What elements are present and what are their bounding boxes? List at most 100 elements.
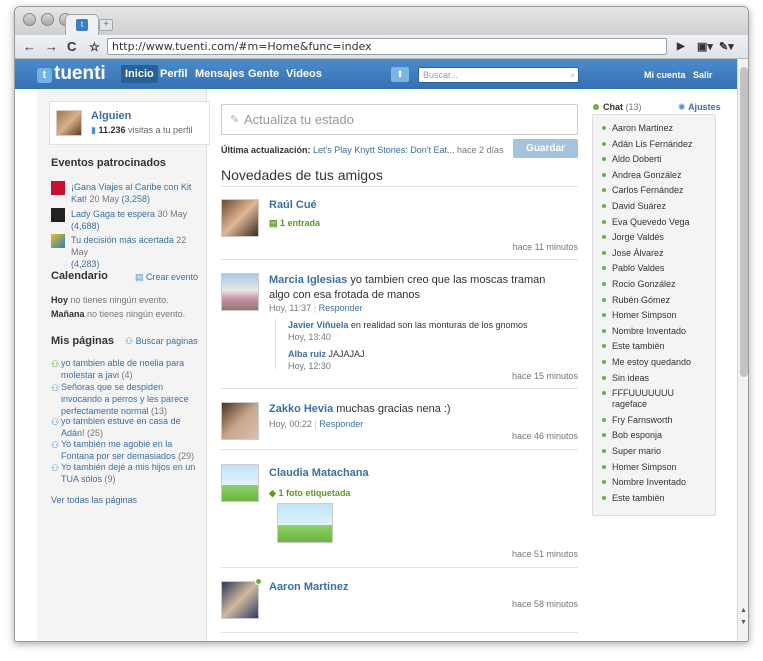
tuenti-logo[interactable]: t tuenti: [37, 64, 106, 83]
forward-arrow-icon[interactable]: →: [45, 38, 58, 56]
back-arrow-icon[interactable]: ←: [23, 38, 36, 56]
page-count: (9): [102, 474, 116, 484]
nav-perfil[interactable]: Perfil: [160, 68, 188, 80]
chat-header[interactable]: Chat (13): [593, 102, 642, 112]
wrench-menu-icon[interactable]: ✎▾: [719, 38, 734, 56]
chat-contact-name[interactable]: Fry Farnsworth: [612, 415, 710, 426]
event-count[interactable]: (4,688): [71, 221, 100, 231]
nav-gente[interactable]: Gente: [248, 68, 279, 80]
page-scrollbar[interactable]: ▲ ▼: [737, 59, 748, 641]
chat-contact-name[interactable]: Adán Lis Fernández: [612, 139, 710, 150]
chat-contact-name[interactable]: Jose Álvarez: [612, 248, 710, 259]
create-event-link[interactable]: ▤ Crear evento: [135, 272, 198, 283]
post-time: Hoy, 00:22: [269, 419, 312, 429]
feed-author[interactable]: Raúl Cué: [269, 199, 317, 211]
search-icon[interactable]: ⌕: [570, 68, 575, 82]
avatar[interactable]: [221, 273, 259, 311]
chat-contact-name[interactable]: Aaron Martinez: [612, 123, 710, 134]
chat-title[interactable]: Chat: [603, 102, 623, 112]
chat-contact-name[interactable]: Nombre Inventado: [612, 477, 710, 488]
chat-contact-name[interactable]: Bob esponja: [612, 430, 710, 441]
chat-contact-name[interactable]: Homer Simpson: [612, 310, 710, 321]
chat-contact-name[interactable]: Super mario: [612, 446, 710, 457]
avatar[interactable]: [221, 464, 259, 502]
page-menu-icon[interactable]: ▣▾: [697, 38, 713, 56]
browser-tab[interactable]: t: [65, 14, 99, 36]
page-link[interactable]: Yo también me agobié en la Fontana por s…: [61, 439, 176, 461]
feed-author[interactable]: Claudia Matachana: [269, 467, 369, 479]
new-tab-button[interactable]: +: [99, 19, 113, 31]
event-count[interactable]: (4,283): [71, 259, 100, 269]
chat-contact-name[interactable]: Nombre Inventado: [612, 326, 710, 337]
create-event-label[interactable]: Crear evento: [146, 272, 198, 282]
event-title[interactable]: Lady Gaga te espera: [71, 209, 155, 219]
reply-link[interactable]: Responder: [319, 419, 363, 429]
chat-contact-name[interactable]: Este también: [612, 341, 710, 352]
page-link[interactable]: Yo también dejé a mis hijos en un TUA só…: [61, 462, 195, 484]
status-text: muchas gracias nena :): [333, 403, 451, 415]
address-bar[interactable]: http://www.tuenti.com/#m=Home&func=index: [107, 38, 667, 55]
chat-contact-name[interactable]: Eva Quevedo Vega: [612, 217, 710, 228]
salir-link[interactable]: Salir: [693, 70, 713, 80]
chat-settings-label[interactable]: Ajustes: [688, 102, 721, 112]
chat-contact-name[interactable]: Homer Simpson: [612, 462, 710, 473]
comment-author[interactable]: Alba ruiz: [288, 349, 326, 359]
avatar[interactable]: [56, 110, 82, 136]
chat-contact-name[interactable]: David Suárez: [612, 201, 710, 212]
chat-contact-name[interactable]: Andrea González: [612, 170, 710, 181]
chat-contact-name[interactable]: Me estoy quedando: [612, 357, 710, 368]
chat-contact-name[interactable]: Carlos Fernández: [612, 185, 710, 196]
status-input[interactable]: ✎ Actualiza tu estado: [221, 104, 578, 135]
avatar[interactable]: [221, 199, 259, 237]
last-update-link[interactable]: Let's Play Knytt Stories: Don't Eat...: [313, 145, 455, 155]
reload-icon[interactable]: C: [67, 38, 76, 56]
nav-mensajes[interactable]: Mensajes: [195, 68, 245, 80]
feed-author[interactable]: Aaron Martinez: [269, 581, 348, 593]
avatar[interactable]: [221, 581, 259, 619]
page-link[interactable]: Señoras que se despiden invocando a perr…: [61, 382, 189, 416]
chat-contact-name[interactable]: FFFUUUUUUU rageface: [612, 388, 710, 410]
all-pages-link[interactable]: Ver todas las páginas: [51, 495, 137, 505]
upload-button[interactable]: ⬆: [391, 67, 409, 82]
event-title[interactable]: Tu decisión más acertada: [71, 235, 174, 245]
last-update-label: Última actualización:: [221, 145, 314, 155]
chat-contact-name[interactable]: Jorge Valdés: [612, 232, 710, 243]
save-button[interactable]: Guardar: [513, 139, 578, 158]
scrollbar-thumb[interactable]: [740, 67, 748, 377]
close-window-button[interactable]: [23, 13, 36, 26]
event-count[interactable]: (3,258): [122, 194, 151, 204]
kitkat-logo-icon: [51, 181, 65, 195]
online-dot-icon: [602, 126, 606, 130]
search-input[interactable]: Buscar... ⌕: [418, 67, 579, 83]
tagged-photo-label[interactable]: 1 foto etiquetada: [278, 488, 350, 498]
profile-name[interactable]: Alguien: [91, 110, 131, 122]
chat-contact-name[interactable]: Pablo Valdes: [612, 263, 710, 274]
bookmark-star-icon[interactable]: ☆: [89, 38, 100, 56]
nav-videos[interactable]: Videos: [286, 68, 322, 80]
nav-inicio[interactable]: Inicio: [121, 65, 158, 83]
chat-contact-name[interactable]: Sin ideas: [612, 373, 710, 384]
page-link[interactable]: yo tambien estuve en casa de Adán!: [61, 416, 181, 438]
minimize-window-button[interactable]: [41, 13, 54, 26]
feed-author[interactable]: Marcia Iglesias: [269, 274, 347, 286]
scroll-down-arrow-icon[interactable]: ▼: [740, 619, 747, 626]
feed-meta: Hoy, 00:22 | Responder: [269, 419, 363, 429]
comment-author[interactable]: Javier Viñuela: [288, 320, 348, 330]
chat-settings-link[interactable]: ✺ Ajustes: [678, 102, 721, 113]
play-icon[interactable]: ▶: [677, 38, 685, 56]
chat-contact-name[interactable]: Rubén Gómez: [612, 295, 710, 306]
search-pages-link[interactable]: ⚇ Buscar páginas: [125, 336, 198, 347]
entry-label[interactable]: 1 entrada: [280, 218, 320, 228]
mi-cuenta-link[interactable]: Mi cuenta: [644, 70, 686, 80]
chat-contact-name[interactable]: Rocio González: [612, 279, 710, 290]
avatar[interactable]: [221, 402, 259, 440]
entry-link[interactable]: ▤ 1 entrada: [269, 218, 320, 229]
chat-contact-name[interactable]: Este también: [612, 493, 710, 504]
scroll-up-arrow-icon[interactable]: ▲: [740, 607, 747, 614]
search-pages-label[interactable]: Buscar páginas: [136, 336, 198, 346]
tagged-photo-thumbnail[interactable]: [277, 503, 333, 543]
feed-author[interactable]: Zakko Hevia: [269, 403, 333, 415]
reply-link[interactable]: Responder: [319, 303, 363, 313]
tagged-photo-link[interactable]: ◆ 1 foto etiquetada: [269, 488, 350, 499]
chat-contact-name[interactable]: Aldo Doberti: [612, 154, 710, 165]
